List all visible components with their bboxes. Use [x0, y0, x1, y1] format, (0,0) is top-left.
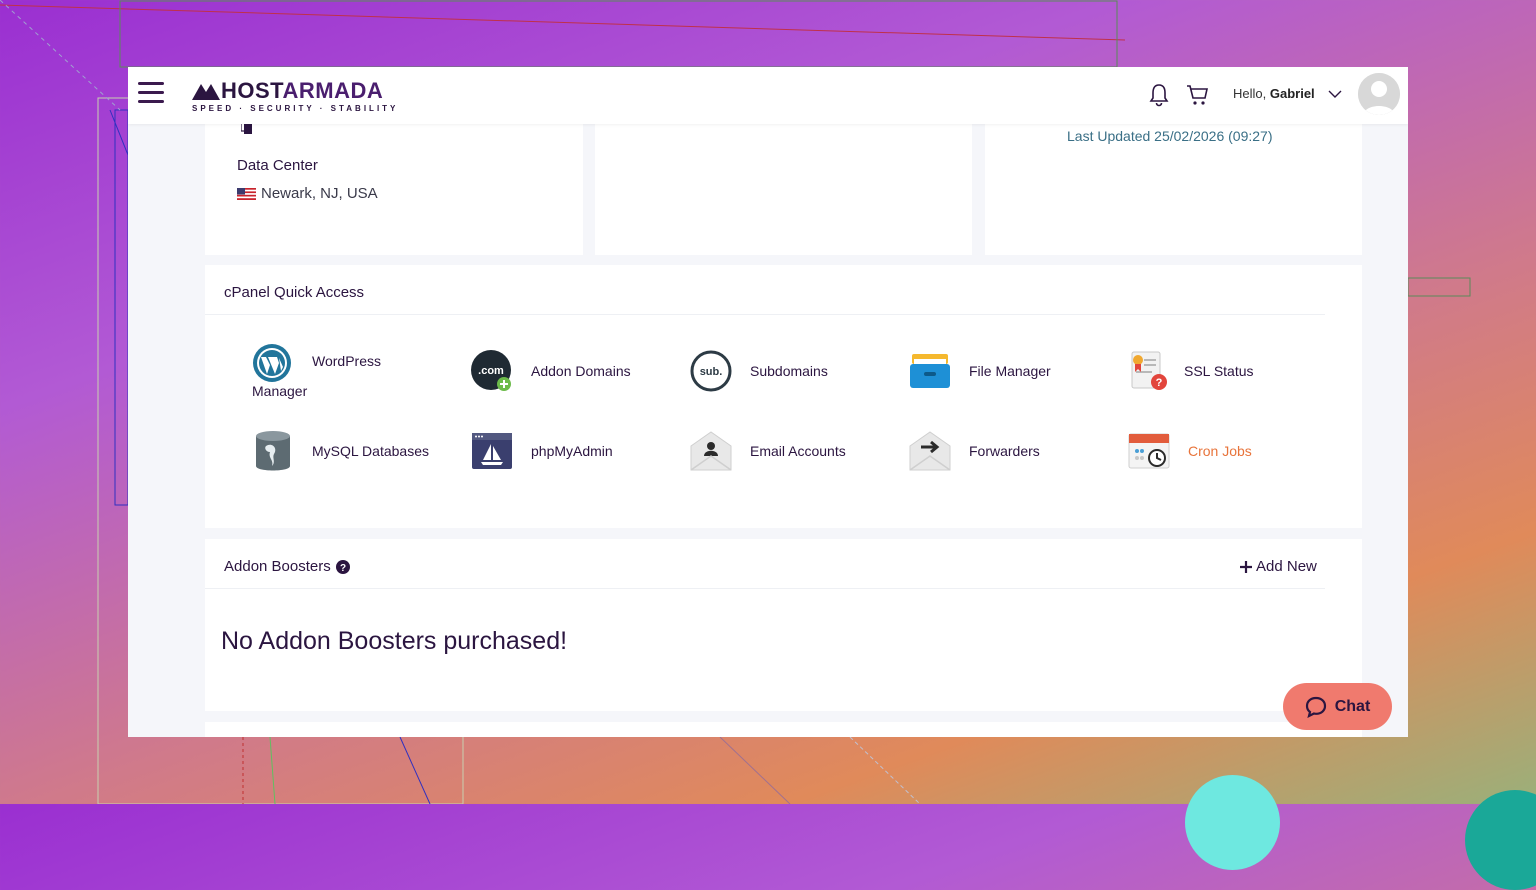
svg-text:?: ?	[1156, 377, 1163, 389]
last-updated-text: Last Updated 25/02/2026 (09:27)	[1067, 128, 1273, 144]
chat-label: Chat	[1334, 697, 1371, 715]
data-center-value: Newark, NJ, USA	[237, 185, 378, 202]
addon-boosters-card: Addon Boosters ? Add New No Addon Booste…	[205, 539, 1362, 711]
user-name: Gabriel	[1269, 86, 1315, 101]
file-manager-label: File Manager	[969, 363, 1051, 379]
chevron-down-icon[interactable]	[1328, 87, 1342, 101]
wordpress-manager-link[interactable]: WordPress Manager	[252, 343, 422, 403]
data-center-location: Newark, NJ, USA	[261, 185, 378, 202]
ssl-status-icon: ?	[1131, 351, 1167, 390]
data-center-label: Data Center	[237, 157, 318, 174]
addon-boosters-empty-message: No Addon Boosters purchased!	[221, 627, 568, 655]
help-icon[interactable]: ?	[335, 559, 350, 574]
phpmyadmin-link[interactable]: phpMyAdmin	[471, 430, 613, 472]
hostarmada-logo[interactable]: HOSTARMADA SPEED · SECURITY · STABILITY	[192, 79, 398, 113]
email-accounts-icon	[690, 431, 732, 471]
svg-text:?: ?	[340, 563, 346, 574]
file-manager-icon	[910, 354, 950, 388]
logo-text-host: HOST	[221, 78, 283, 103]
email-accounts-label: Email Accounts	[750, 443, 846, 459]
addon-boosters-title: Addon Boosters	[224, 558, 331, 575]
info-card-right: Last Updated 25/02/2026 (09:27)	[985, 107, 1362, 255]
menu-icon[interactable]	[138, 82, 164, 106]
cpanel-title: cPanel Quick Access	[224, 284, 365, 301]
shopping-cart-icon[interactable]	[1186, 83, 1210, 107]
us-flag-icon	[237, 187, 256, 200]
addon-domains-label: Addon Domains	[531, 363, 631, 379]
svg-text:.com: .com	[478, 365, 504, 377]
plus-icon	[1240, 560, 1252, 573]
chat-button[interactable]: Chat	[1283, 683, 1392, 730]
user-greeting[interactable]: Hello, Gabriel	[1233, 86, 1315, 101]
user-avatar-icon	[1358, 73, 1400, 115]
next-section-card	[205, 722, 1362, 737]
chat-bubble-icon	[1305, 696, 1326, 718]
divider	[205, 588, 1325, 589]
logo-tagline: SPEED · SECURITY · STABILITY	[192, 104, 399, 113]
add-new-button[interactable]: Add New	[1240, 558, 1317, 575]
decoration-circle	[1185, 775, 1280, 870]
mysql-label: MySQL Databases	[312, 443, 429, 459]
logo-ship-icon	[192, 84, 220, 100]
cron-jobs-icon	[1128, 433, 1170, 469]
info-card-middle	[595, 107, 972, 255]
decoration-circle	[1465, 790, 1536, 890]
logo-text-armada: ARMADA	[282, 78, 384, 103]
phpmyadmin-icon	[472, 433, 512, 469]
addon-domains-icon: .com	[471, 350, 511, 391]
wordpress-label-line1: WordPress	[312, 353, 381, 369]
svg-text:sub.: sub.	[700, 366, 723, 378]
ssl-status-label: SSL Status	[1184, 363, 1254, 379]
notification-bell-icon[interactable]	[1148, 83, 1170, 107]
ssl-status-link[interactable]: ? SSL Status	[1128, 350, 1254, 392]
cron-jobs-label: Cron Jobs	[1188, 443, 1252, 459]
email-accounts-link[interactable]: Email Accounts	[690, 430, 846, 472]
greeting-text: Hello,	[1233, 86, 1267, 101]
cpanel-quick-access-card: cPanel Quick Access WordPress Manager .c…	[205, 265, 1362, 528]
file-manager-link[interactable]: File Manager	[909, 350, 1051, 392]
mysql-icon	[256, 431, 290, 471]
subdomains-link[interactable]: sub. Subdomains	[690, 350, 828, 392]
addon-domains-link[interactable]: .com Addon Domains	[471, 350, 631, 392]
phpmyadmin-label: phpMyAdmin	[531, 443, 613, 459]
wordpress-label-line2: Manager	[252, 383, 308, 399]
cron-jobs-link[interactable]: Cron Jobs	[1128, 430, 1252, 472]
server-info-card: Data Center Newark, NJ, USA	[205, 107, 583, 255]
divider	[205, 314, 1325, 315]
forwarders-icon	[909, 431, 951, 471]
addon-boosters-header: Addon Boosters ?	[224, 558, 350, 575]
add-new-label: Add New	[1256, 558, 1317, 575]
forwarders-link[interactable]: Forwarders	[909, 430, 1040, 472]
subdomains-icon: sub.	[690, 350, 732, 392]
avatar[interactable]	[1358, 73, 1400, 115]
subdomains-label: Subdomains	[750, 363, 828, 379]
dashboard-window: HOSTARMADA SPEED · SECURITY · STABILITY …	[128, 67, 1408, 737]
forwarders-label: Forwarders	[969, 443, 1040, 459]
top-navigation-bar: HOSTARMADA SPEED · SECURITY · STABILITY …	[128, 67, 1408, 124]
mysql-databases-link[interactable]: MySQL Databases	[252, 430, 429, 472]
wordpress-icon	[253, 344, 291, 382]
